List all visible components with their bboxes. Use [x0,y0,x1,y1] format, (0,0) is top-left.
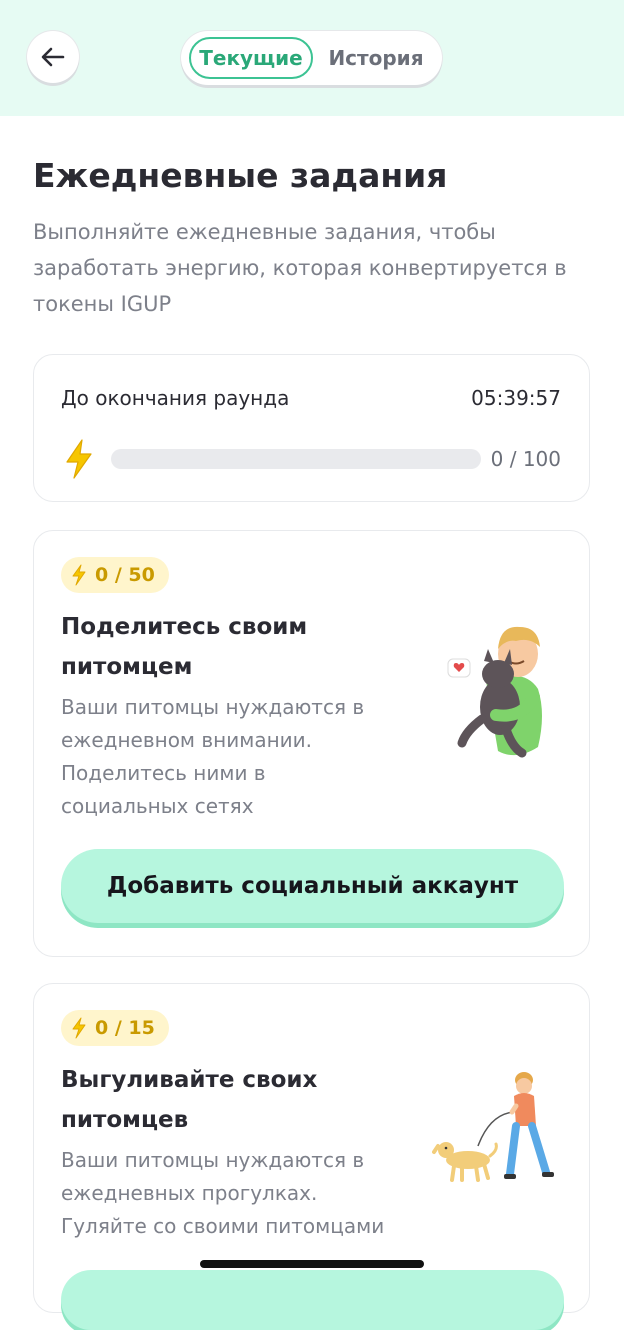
task-title: Выгуливайте своих питомцев [61,1067,318,1133]
task-action-button[interactable] [61,1270,564,1330]
arrow-left-icon [41,47,65,67]
badge-text: 0 / 15 [95,1017,155,1039]
round-timer: 05:39:57 [471,386,561,410]
task-description: Ваши питомцы нуждаются в ежедневных прог… [61,1148,385,1238]
lightning-icon [72,1017,86,1039]
energy-progress-bar [111,449,481,469]
back-button[interactable] [27,31,79,83]
task-title: Поделитесь своим питомцем [61,614,308,680]
lightning-icon [66,439,92,479]
add-social-account-button[interactable]: Добавить социальный аккаунт [61,849,564,923]
person-hugging-cat-illustration [447,626,542,758]
home-indicator [200,1260,424,1268]
top-bar: Текущие История [0,0,624,116]
lightning-icon [72,564,86,586]
page-subtitle: Выполняйте ежедневные задания, чтобы зар… [33,220,567,316]
energy-progress-text: 0 / 100 [490,447,561,471]
page-title: Ежедневные задания [33,156,448,195]
energy-reward-badge: 0 / 15 [61,1010,169,1046]
tab-history[interactable]: История [317,37,435,79]
tab-switcher: Текущие История [181,31,442,85]
person-walking-dog-illustration [432,1072,554,1182]
round-label: До окончания раунда [61,386,290,410]
energy-reward-badge: 0 / 50 [61,557,169,593]
badge-text: 0 / 50 [95,564,155,586]
tab-current[interactable]: Текущие [189,37,313,79]
task-description: Ваши питомцы нуждаются в ежедневном вним… [61,695,365,818]
round-card: До окончания раунда 05:39:57 0 / 100 [33,354,590,502]
task-card-share-pet: 0 / 50 Поделитесь своим питомцем Ваши пи… [33,530,590,957]
